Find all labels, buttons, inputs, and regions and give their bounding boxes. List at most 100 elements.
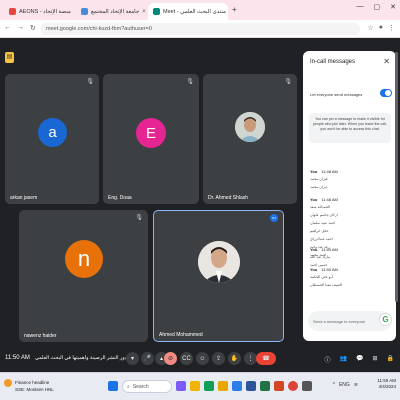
excel-icon[interactable] xyxy=(260,381,270,391)
raise-hand-icon[interactable]: ✋ xyxy=(228,352,241,365)
emoji-icon[interactable]: ☺ xyxy=(196,352,209,365)
activities-icon[interactable]: ⊞ xyxy=(372,355,377,364)
language-indicator[interactable]: ENG xyxy=(339,382,350,388)
let-everyone-send-toggle[interactable] xyxy=(380,89,392,97)
meeting-control-bar: 11:50 AM دور النشر الرصينة واهميتها في ا… xyxy=(0,348,400,372)
file-explorer-icon[interactable] xyxy=(218,381,228,391)
captions-icon[interactable]: CC xyxy=(180,352,193,365)
windows-taskbar: Finance headline SSE: Mostsen HNL ⌕ Sear… xyxy=(0,372,400,400)
app-icon-1[interactable] xyxy=(176,381,186,391)
activities-icon[interactable]: ▤ xyxy=(5,52,14,63)
toolbar-icons: ☆ ● ⋮ xyxy=(367,24,395,32)
participant-name: Eng. Doaa xyxy=(108,195,132,201)
reload-icon[interactable]: ↻ xyxy=(30,24,36,32)
mic-muted-icon: 🎙 xyxy=(135,215,143,221)
wifi-icon[interactable]: ≋ xyxy=(354,382,358,388)
participant-tile-active[interactable]: ••• Ahmed Mohammed xyxy=(153,210,284,342)
message-line: احمد عبدالرزاق xyxy=(310,237,333,241)
meet-favicon-icon xyxy=(153,8,160,15)
let-everyone-send-row: Let everyone send messages xyxy=(310,89,392,97)
widget-sub: SSE: Mostsen HNL xyxy=(15,387,54,392)
participant-name: Ahmed Mohammed xyxy=(159,332,203,338)
taskbar-search[interactable]: ⌕ Search xyxy=(122,380,172,393)
system-tray-icons: ^ ENG ≋ xyxy=(333,382,358,388)
meeting-side-controls: ⓘ 👥 💬 ⊞ 🔒 xyxy=(325,355,395,364)
tray-date: 4/4/2024 xyxy=(378,384,396,389)
message-line: تبارك عبد الله xyxy=(310,255,331,259)
word-icon[interactable] xyxy=(246,381,256,391)
tab-favicon-icon xyxy=(9,8,16,15)
menu-icon[interactable]: ⋮ xyxy=(388,24,395,32)
close-window-icon[interactable]: ✕ xyxy=(390,3,396,11)
chrome-icon[interactable] xyxy=(288,381,298,391)
speaking-icon: ••• xyxy=(270,214,278,222)
participant-tile[interactable]: 🎙 n nawenz haider xyxy=(19,210,148,342)
page-scrollbar[interactable] xyxy=(395,52,398,302)
camera-off-icon[interactable]: ⊘ xyxy=(164,352,177,365)
leave-call-button[interactable]: ☎ xyxy=(256,352,276,365)
people-icon[interactable]: 👥 xyxy=(340,355,347,364)
close-tab-icon[interactable]: × xyxy=(142,9,146,15)
chat-icon[interactable]: 💬 xyxy=(356,355,363,364)
browser-tab-bar: AEONS - منصة الإتحاد × جامعة الإتحاد الم… xyxy=(0,0,400,20)
message-header: You 11:48 AM xyxy=(310,169,338,174)
url-text: meet.google.com/chi-kuzd-fbm?authuser=0 xyxy=(46,26,152,32)
meeting-name: دور النشر الرصينة واهميتها في البحث العل… xyxy=(35,355,127,361)
powerpoint-icon[interactable] xyxy=(274,381,284,391)
message-line: الضيف معنا الخسطان xyxy=(310,283,343,287)
grammarly-icon[interactable]: G xyxy=(379,313,392,326)
participant-name: nawenz haider xyxy=(24,333,57,339)
back-icon[interactable]: ← xyxy=(4,24,11,32)
meeting-clock: 11:50 AM xyxy=(5,355,30,361)
url-field[interactable]: meet.google.com/chi-kuzd-fbm?authuser=0 xyxy=(40,23,360,35)
message-group: You 11:48 AM فيزان محمد ديزان محمد xyxy=(310,169,390,193)
app-icon-2[interactable] xyxy=(190,381,200,391)
pin-info-box: You can pin a message to make it visible… xyxy=(309,113,391,143)
window-controls: — ▢ ✕ xyxy=(357,3,397,11)
browser-tab-2[interactable]: جامعة الإتحاد المجتمع × xyxy=(76,3,146,20)
windows-start-icon[interactable] xyxy=(108,381,118,391)
mic-icon[interactable]: 🎤 xyxy=(141,352,154,365)
avatar: E xyxy=(136,118,166,148)
app-icon-3[interactable] xyxy=(302,381,312,391)
chevron-up-icon[interactable]: ^ xyxy=(333,382,335,388)
forward-icon[interactable]: → xyxy=(17,24,24,32)
present-icon[interactable]: ⇪ xyxy=(212,352,225,365)
minimize-icon[interactable]: — xyxy=(357,3,364,11)
participant-tile[interactable]: 🎙 a arkan jasem xyxy=(5,74,99,204)
close-panel-icon[interactable]: ✕ xyxy=(383,57,390,66)
weather-icon xyxy=(4,379,12,387)
mic-muted-icon: 🎙 xyxy=(186,79,194,85)
system-clock[interactable]: 11:50 AM 4/4/2024 xyxy=(377,378,396,390)
in-call-messages-panel: In-call messages ✕ Let everyone send mes… xyxy=(303,51,396,341)
avatar: a xyxy=(38,118,67,147)
message-header: You 11:50 AM xyxy=(310,267,338,272)
search-icon: ⌕ xyxy=(127,383,130,390)
browser-tab-1[interactable]: AEONS - منصة الإتحاد × xyxy=(4,3,74,20)
host-controls-icon[interactable]: 🔒 xyxy=(387,355,394,364)
search-label: Search xyxy=(132,383,149,390)
browser-tab-meet-active[interactable]: Meet - منتدى البحث العلمي × xyxy=(148,3,228,20)
new-tab-button[interactable]: + xyxy=(232,5,237,14)
participant-tile[interactable]: 🎙 E Eng. Doaa xyxy=(103,74,199,204)
avatar: n xyxy=(65,240,103,278)
profile-icon[interactable]: ● xyxy=(379,24,383,32)
mic-muted-icon: 🎙 xyxy=(284,79,292,85)
participant-photo xyxy=(198,241,240,283)
tab-label: Meet - منتدى البحث العلمي xyxy=(163,8,226,15)
edge-icon[interactable] xyxy=(204,381,214,391)
message-group: You 11:50 AM أبو علي الحكمة الضيف معنا ال… xyxy=(310,267,390,291)
maximize-icon[interactable]: ▢ xyxy=(374,3,381,11)
message-line: ديزان محمد xyxy=(310,185,328,189)
participant-tile[interactable]: 🎙 Dr. Ahmed Shlash xyxy=(203,74,297,204)
widget-title: Finance headline xyxy=(15,380,50,386)
tray-time: 11:50 AM xyxy=(377,378,396,383)
message-line: احمد عبيد سلمان xyxy=(310,221,336,225)
microphone-button[interactable]: ▾ xyxy=(126,352,139,365)
mic-muted-icon: 🎙 xyxy=(86,79,94,85)
info-icon[interactable]: ⓘ xyxy=(325,355,331,364)
store-icon[interactable] xyxy=(232,381,242,391)
star-icon[interactable]: ☆ xyxy=(367,24,373,32)
news-widget[interactable]: Finance headline SSE: Mostsen HNL xyxy=(4,379,54,393)
address-bar-row: ← → ↻ meet.google.com/chi-kuzd-fbm?authu… xyxy=(0,20,400,38)
